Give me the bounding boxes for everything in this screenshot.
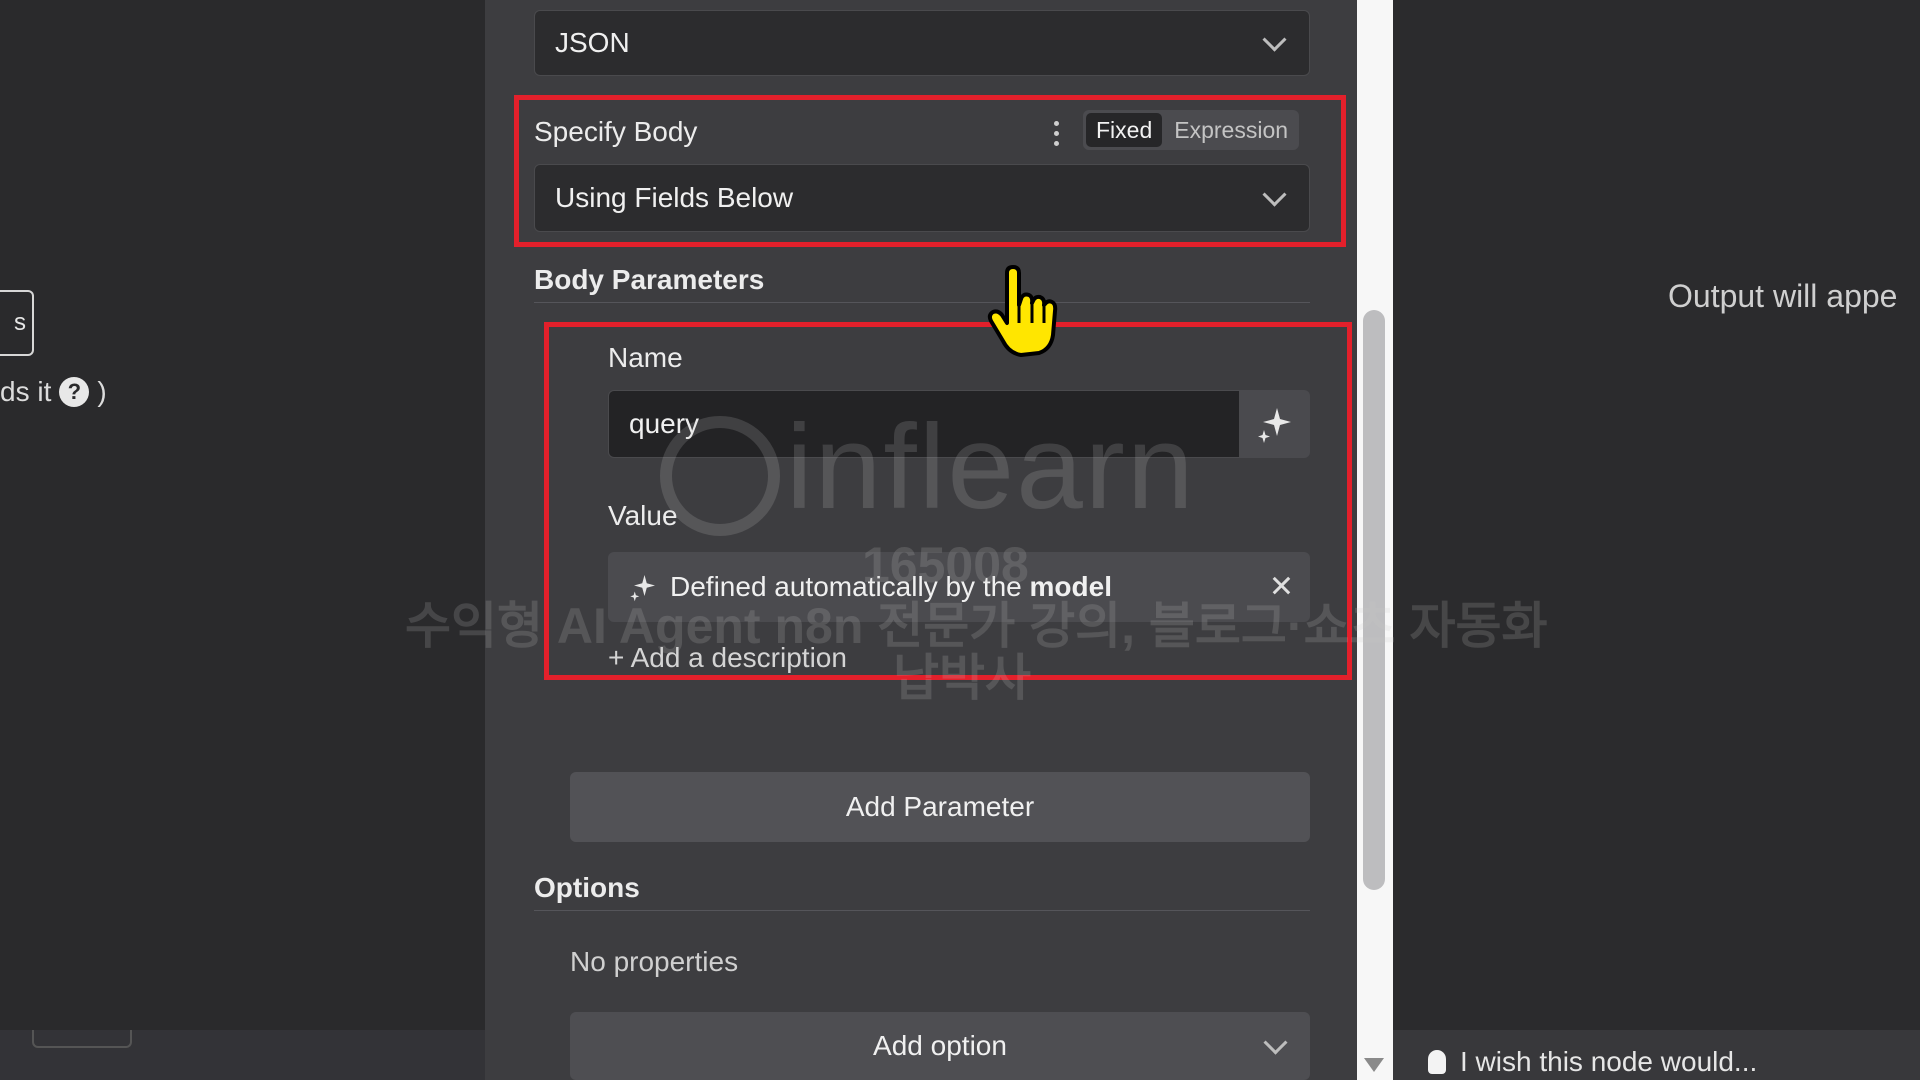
- scroll-down-arrow-icon[interactable]: [1364, 1058, 1384, 1072]
- no-properties-text: No properties: [570, 946, 739, 977]
- lightbulb-icon: [1428, 1050, 1446, 1074]
- left-partial-button[interactable]: s: [0, 290, 34, 356]
- left-bottom-tab[interactable]: [32, 1030, 132, 1048]
- body-parameters-title: Body Parameters: [534, 264, 765, 295]
- add-option-select[interactable]: Add option: [570, 1012, 1310, 1080]
- chevron-down-icon: [1263, 1030, 1288, 1055]
- highlight-body-parameter: [544, 322, 1352, 680]
- left-hint-text: ds it: [0, 376, 52, 407]
- scrollbar-thumb[interactable]: [1363, 310, 1385, 890]
- add-option-label: Add option: [873, 1030, 1007, 1061]
- help-icon[interactable]: ?: [59, 377, 90, 407]
- left-pane: [0, 0, 485, 1080]
- left-partial-button-label: s: [14, 309, 26, 336]
- output-pane: [1393, 0, 1920, 1080]
- options-title: Options: [534, 872, 640, 903]
- highlight-specify-body: [514, 95, 1346, 247]
- left-hint: ds it ? ): [0, 376, 107, 408]
- feedback-link[interactable]: I wish this node would...: [1428, 1046, 1757, 1078]
- body-content-type-select[interactable]: JSON: [534, 10, 1310, 76]
- hand-cursor-icon: [987, 265, 1058, 357]
- add-parameter-button[interactable]: Add Parameter: [570, 772, 1310, 842]
- output-placeholder: Output will appe: [1668, 278, 1898, 314]
- feedback-text: I wish this node would...: [1460, 1046, 1758, 1077]
- body-content-type-value: JSON: [555, 27, 630, 58]
- divider: [534, 302, 1310, 303]
- divider: [534, 910, 1310, 911]
- left-hint-suffix: ): [97, 376, 107, 407]
- chevron-down-icon: [1262, 27, 1287, 52]
